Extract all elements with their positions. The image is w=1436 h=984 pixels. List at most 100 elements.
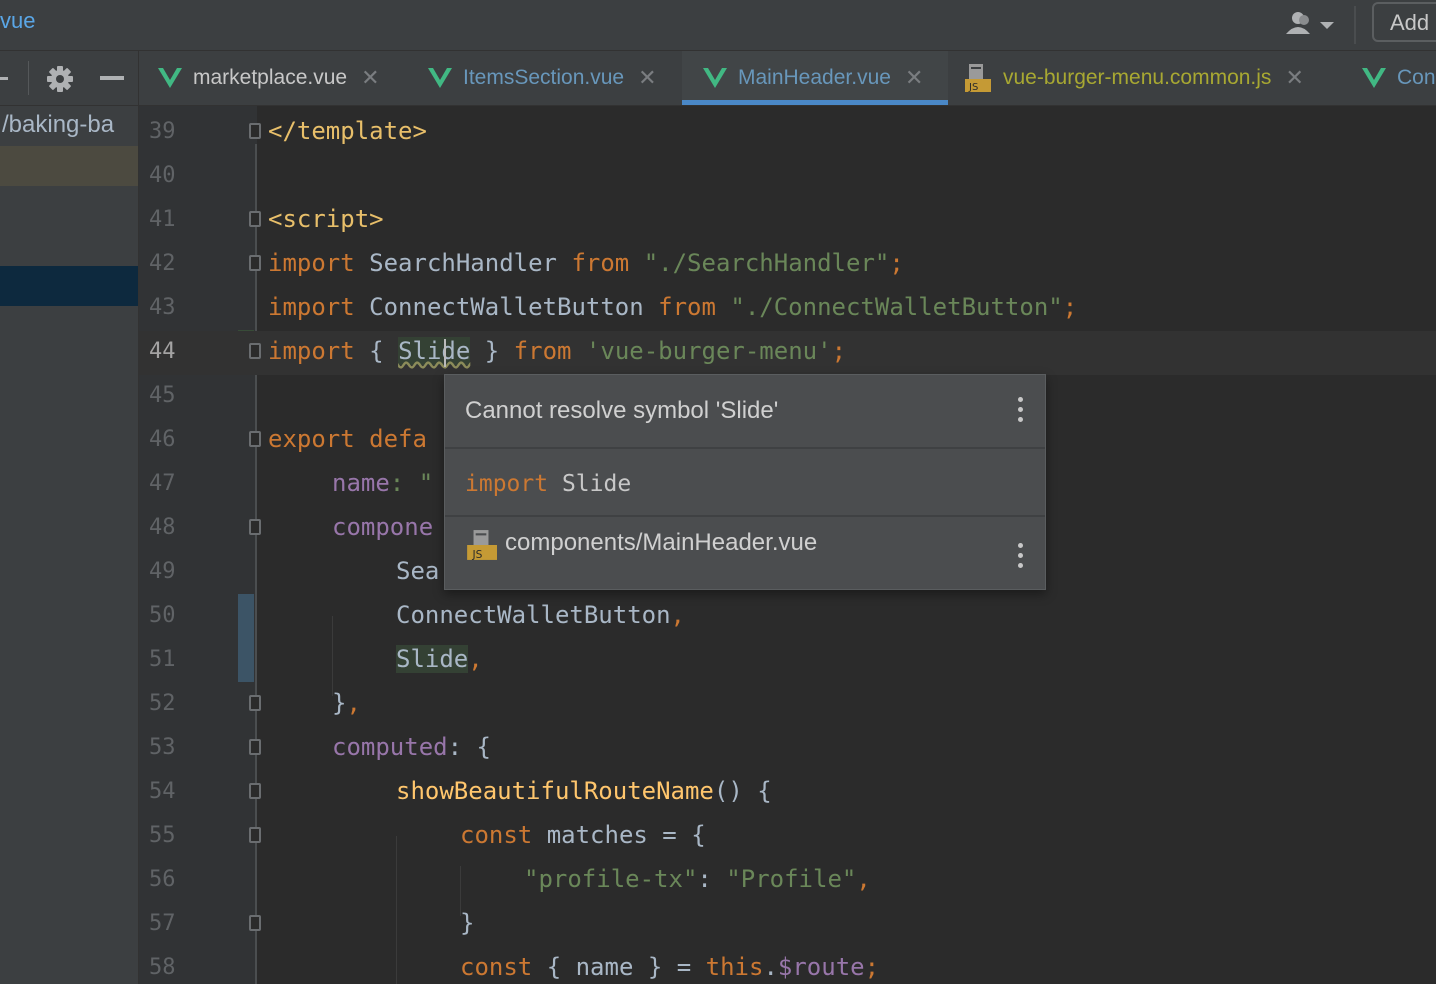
fold-icon[interactable] (249, 739, 261, 755)
token: ; (831, 337, 847, 365)
token: : (697, 865, 727, 893)
token: const (460, 953, 533, 981)
user-dropdown-icon[interactable] (1284, 10, 1340, 38)
code-line: 39 </template> (139, 111, 1436, 155)
add-configuration-button[interactable]: Add (1372, 2, 1436, 42)
line-number: 47 (149, 471, 176, 496)
close-icon[interactable]: ✕ (638, 65, 656, 91)
token: ; (864, 953, 880, 981)
unresolved-symbol[interactable]: Slide (398, 337, 471, 365)
fold-icon[interactable] (249, 519, 261, 535)
fold-icon[interactable] (249, 211, 261, 227)
js-file-icon: JS (965, 64, 991, 93)
fold-icon[interactable] (249, 343, 261, 359)
tree-row-highlight[interactable] (0, 146, 138, 186)
token: 'vue-burger-menu' (571, 337, 832, 365)
token: . (763, 953, 778, 981)
token: , (670, 601, 685, 629)
token: import (268, 249, 355, 277)
line-number: 54 (149, 779, 176, 804)
token: ; (889, 249, 904, 277)
token: , (856, 865, 871, 893)
fold-icon[interactable] (249, 695, 261, 711)
tab-con[interactable]: Con (1361, 51, 1436, 105)
line-number: 41 (149, 207, 176, 232)
code-text: "profile-tx": "Profile", (524, 865, 871, 893)
code-text: <script> (268, 205, 384, 233)
token: compone (332, 513, 434, 541)
import-action[interactable]: import Slide (465, 471, 631, 497)
close-icon[interactable]: ✕ (361, 65, 379, 91)
line-number: 43 (149, 295, 176, 320)
token: , (346, 689, 361, 717)
code-text: } (460, 909, 474, 937)
fold-icon[interactable] (249, 827, 261, 843)
quick-fix-popup: Cannot resolve symbol 'Slide' import Sli… (444, 374, 1046, 590)
token: "profile-tx" (524, 865, 698, 893)
line-number: 40 (149, 163, 176, 188)
close-icon[interactable]: ✕ (905, 65, 923, 91)
tab-itemssection-vue[interactable]: ItemsSection.vue ✕ (427, 51, 657, 105)
tab-label: ItemsSection.vue (463, 66, 625, 89)
project-path[interactable]: /baking-ba (2, 111, 114, 139)
token: } (470, 337, 514, 365)
more-vertical-icon[interactable] (1018, 397, 1024, 423)
minimize-icon[interactable] (100, 76, 124, 80)
more-vertical-icon[interactable] (1018, 543, 1024, 569)
token: : { (447, 733, 491, 761)
fold-icon[interactable] (249, 431, 261, 447)
file-source[interactable]: components/MainHeader.vue (505, 529, 817, 557)
project-panel: /baking-ba (0, 51, 139, 984)
code-line: 58 const { name } = this.$route; (139, 947, 1436, 984)
line-number: 56 (149, 867, 176, 892)
fold-icon[interactable] (249, 123, 261, 139)
token: SearchHandler (354, 249, 572, 277)
line-number: 53 (149, 735, 176, 760)
token: name (332, 469, 390, 497)
code-text: Sea (396, 557, 439, 585)
tab-label: MainHeader.vue (738, 66, 891, 89)
popup-title: Cannot resolve symbol 'Slide' (465, 397, 779, 424)
token: ; (1062, 293, 1078, 321)
token: } (332, 689, 347, 717)
code-text: const { name } = this.$route; (460, 953, 879, 981)
token: </template> (268, 117, 427, 145)
fold-icon[interactable] (249, 255, 261, 271)
token: export defa (268, 425, 427, 453)
vue-icon (158, 68, 182, 88)
line-number: 51 (149, 647, 176, 672)
breadcrumb[interactable]: vue (0, 8, 35, 34)
gear-icon[interactable] (46, 65, 74, 93)
code-line: 54 showBeautifulRouteName() { (139, 771, 1436, 815)
collapse-icon[interactable] (0, 77, 8, 80)
tab-vue-burger-menu-js[interactable]: JS vue-burger-menu.common.js ✕ (963, 51, 1304, 105)
code-line: 57 } (139, 903, 1436, 947)
token: Sea (396, 557, 440, 585)
tab-marketplace-vue[interactable]: marketplace.vue ✕ (157, 51, 380, 105)
vue-icon (1362, 68, 1386, 88)
tab-label: Con (1397, 66, 1436, 89)
code-line: 53 computed: { (139, 727, 1436, 771)
token: } (460, 909, 475, 937)
toolbar-divider (1354, 6, 1356, 44)
token: from (658, 293, 716, 321)
fold-icon[interactable] (249, 783, 261, 799)
code-line: 56 "profile-tx": "Profile", (139, 859, 1436, 903)
tab-mainheader-vue[interactable]: MainHeader.vue ✕ (682, 51, 948, 105)
project-panel-toolbar (0, 51, 138, 106)
code-text: import { Slide } from 'vue-burger-menu'; (268, 337, 846, 365)
token: Slide (548, 471, 632, 497)
token: , (468, 645, 483, 673)
divider (445, 515, 1045, 517)
line-number: 46 (149, 427, 176, 452)
svg-text:JS: JS (471, 548, 482, 561)
close-icon[interactable]: ✕ (1285, 65, 1303, 91)
top-toolbar: vue Add (0, 0, 1436, 51)
token: { (354, 337, 399, 365)
token: matches = { (532, 821, 706, 849)
token: from (571, 249, 630, 277)
fold-icon[interactable] (249, 915, 261, 931)
token: from (513, 337, 572, 365)
token: import (268, 337, 355, 365)
tree-row-selected[interactable] (0, 266, 138, 306)
